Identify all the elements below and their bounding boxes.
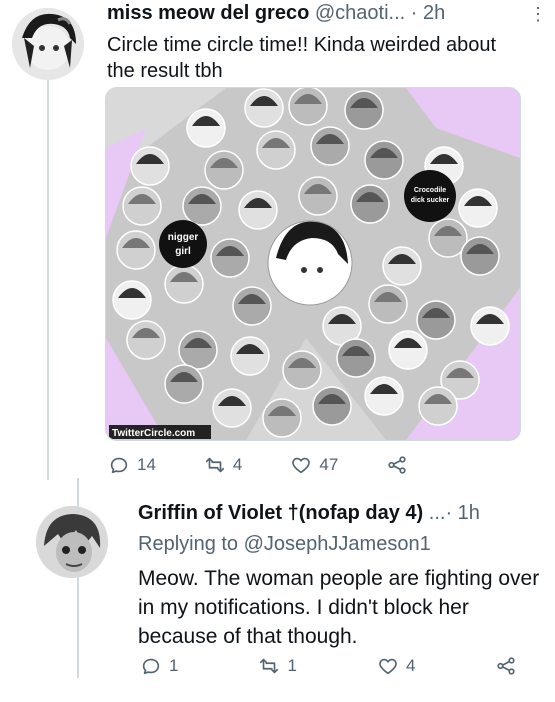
reply-count: 1: [169, 656, 179, 675]
share-button[interactable]: [386, 454, 408, 476]
label-nigger-line1: nigger: [168, 232, 199, 243]
circle-avatar: [310, 126, 350, 166]
circle-avatar: [116, 230, 156, 270]
reply-button[interactable]: 14: [108, 454, 156, 476]
circle-avatar: [364, 376, 404, 416]
circle-avatar: [186, 108, 226, 148]
tweet-actions: 14 4 47: [108, 454, 456, 476]
circle-avatar: [288, 88, 328, 126]
label-crocodile-line2: dick sucker: [411, 197, 450, 204]
circle-avatar: [470, 306, 510, 346]
circle-avatar: [232, 286, 272, 326]
circle-avatar: [244, 88, 284, 128]
tweet-header: Griffin of Violet †(nofap day 4) ...· 1h: [138, 502, 480, 525]
more-icon[interactable]: ⋮: [529, 4, 547, 25]
tweet-text: Circle time circle time!! Kinda weirded …: [107, 34, 497, 82]
thread-line: [47, 80, 49, 480]
circle-avatar: [210, 238, 250, 278]
heart-icon: [379, 658, 397, 675]
avatar[interactable]: [12, 8, 84, 80]
truncation-ellipsis: ...: [428, 502, 446, 524]
circle-avatar: [388, 330, 428, 370]
circle-avatar: [418, 386, 458, 426]
circle-avatar: [382, 246, 422, 286]
circle-avatar: [178, 330, 218, 370]
circle-avatar: [122, 186, 162, 226]
circle-avatar: [164, 364, 204, 404]
retweet-button[interactable]: 1: [258, 655, 297, 677]
circle-avatar: [238, 190, 278, 230]
tweet-actions: 1 1 4: [140, 655, 555, 677]
circle-avatar: [256, 130, 296, 170]
timestamp[interactable]: · 2h: [411, 2, 445, 24]
display-name[interactable]: Griffin of Violet †(nofap day 4): [138, 502, 423, 524]
circle-avatar: [282, 350, 322, 390]
reply-icon: [142, 658, 160, 675]
tweet-text: Meow. The woman people are fighting over…: [138, 567, 540, 648]
circle-avatar: [204, 150, 244, 190]
circle-avatar: [350, 184, 390, 224]
retweet-icon: [205, 457, 224, 473]
tweet-image[interactable]: Crocodile dick sucker nigger girl Twitte…: [105, 87, 521, 441]
share-icon: [388, 456, 406, 474]
avatar[interactable]: [36, 506, 108, 578]
circle-avatar: [460, 236, 500, 276]
share-icon: [497, 657, 516, 675]
reply-button[interactable]: 1: [140, 655, 178, 677]
circle-avatar: [230, 336, 270, 376]
share-button[interactable]: [495, 655, 517, 677]
handle[interactable]: @chaoti...: [315, 2, 405, 24]
circle-avatar: [126, 320, 166, 360]
circle-avatar: [164, 264, 204, 304]
retweet-button[interactable]: 4: [204, 454, 242, 476]
circle-avatar: [298, 176, 338, 216]
circle-avatar: [130, 146, 170, 186]
watermark: TwitterCircle.com: [112, 428, 195, 439]
heart-icon: [292, 457, 311, 474]
circle-avatar: [368, 284, 408, 324]
circle-avatar: [416, 300, 456, 340]
circle-avatar: [212, 388, 252, 428]
display-name[interactable]: miss meow del greco: [107, 2, 309, 24]
retweet-icon: [260, 658, 279, 674]
label-circle-1: Crocodile dick sucker: [404, 170, 456, 222]
retweet-count: 1: [287, 656, 297, 675]
like-count: 47: [319, 455, 339, 474]
reply-count: 14: [137, 455, 156, 474]
label-circle-2: nigger girl: [159, 220, 207, 268]
circle-avatar: [336, 338, 376, 378]
label-nigger-line2: girl: [175, 246, 191, 257]
circle-avatar: [364, 140, 404, 180]
circle-avatar: [112, 280, 152, 320]
circle-avatar: [182, 186, 222, 226]
circle-avatar: [262, 398, 302, 438]
center-avatar: [267, 220, 353, 306]
reply-icon: [110, 457, 128, 474]
like-button[interactable]: 47: [290, 454, 338, 476]
replying-to[interactable]: Replying to @JosephJJameson1: [138, 531, 431, 557]
tweet-header: miss meow del greco @chaoti... · 2h: [107, 2, 445, 25]
circle-avatar: [312, 386, 352, 426]
like-button[interactable]: 4: [377, 655, 415, 677]
circle-avatar: [344, 90, 384, 130]
circle-avatar: [458, 188, 498, 228]
timestamp[interactable]: · 1h: [445, 502, 479, 524]
label-crocodile-line1: Crocodile: [414, 187, 446, 194]
retweet-count: 4: [232, 455, 243, 474]
like-count: 4: [405, 656, 416, 675]
